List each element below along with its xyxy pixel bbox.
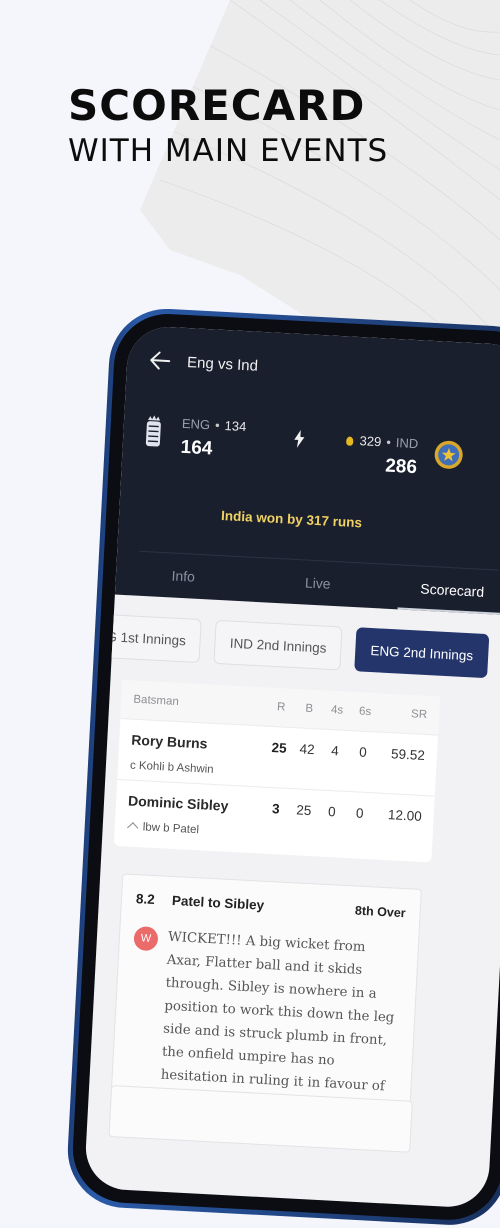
batsman-name: Rory Burns — [130, 731, 208, 752]
headline-title: SCORECARD — [68, 81, 366, 130]
runs: 3 — [271, 800, 281, 816]
wicket-badge: W — [133, 926, 159, 952]
fours: 0 — [327, 803, 336, 819]
event-title: Patel to Sibley — [171, 892, 265, 913]
strike-rate: 59.52 — [390, 745, 426, 763]
batsman-name: Dominic Sibley — [127, 792, 229, 814]
app-bar: Eng vs Ind — [149, 350, 259, 376]
runs: 25 — [271, 739, 288, 756]
team2-first-innings: 329 — [359, 433, 382, 450]
innings-eng-2nd-button[interactable]: ENG 2nd Innings — [354, 627, 490, 679]
dismissal-text: lbw b Patel — [142, 821, 200, 837]
score-summary: ENG • 134 164 329 • IND 286 — [120, 413, 469, 511]
arrow-left-icon[interactable] — [149, 350, 172, 371]
strike-rate: 12.00 — [387, 806, 423, 824]
batting-table: Batsman R B 4s 6s SR Rory Burns 25 42 4 … — [113, 680, 441, 863]
match-header: Eng vs Ind ENG • 134 164 329 • IND 286 I… — [114, 324, 500, 616]
tab-live[interactable]: Live — [249, 562, 386, 609]
sixes: 0 — [358, 744, 368, 760]
tab-bar: Info Live Scorecard — [115, 555, 500, 616]
phone-frame: Eng vs Ind ENG • 134 164 329 • IND 286 I… — [64, 306, 500, 1228]
innings-ind-2nd-button[interactable]: IND 2nd Innings — [213, 619, 343, 671]
fours: 4 — [330, 742, 340, 758]
header-batsman: Batsman — [133, 693, 180, 709]
team2-name: IND — [395, 435, 419, 452]
event-over-label: 8th Over — [354, 903, 406, 921]
headline-subtitle: WITH MAIN EVENTS — [68, 133, 389, 169]
team2-score: 329 • IND 286 — [345, 432, 419, 479]
event-over: 8.2 — [135, 891, 156, 908]
balls: 25 — [296, 801, 312, 818]
trophy-icon — [346, 436, 354, 446]
eng-crest-icon — [145, 415, 161, 447]
team1-name: ENG — [181, 415, 211, 433]
bcci-crest-icon — [434, 440, 463, 469]
sixes: 0 — [355, 804, 364, 821]
team1-second-innings: 164 — [180, 436, 213, 460]
header-sixes: 6s — [358, 705, 372, 719]
tab-info[interactable]: Info — [115, 555, 252, 602]
app-screen: Eng vs Ind ENG • 134 164 329 • IND 286 I… — [83, 324, 500, 1209]
header-balls: B — [305, 702, 314, 716]
header-strike-rate: SR — [410, 708, 428, 722]
balls: 42 — [299, 740, 315, 757]
team1-score: ENG • 134 164 — [180, 416, 247, 462]
phone-bezel: Eng vs Ind ENG • 134 164 329 • IND 286 I… — [70, 311, 500, 1223]
innings-eng-1st-button[interactable]: ENG 1st Innings — [83, 612, 203, 664]
tab-scorecard[interactable]: Scorecard — [384, 569, 500, 616]
app-title: Eng vs Ind — [186, 353, 259, 375]
team2-second-innings: 286 — [384, 455, 418, 479]
chevron-up-icon[interactable] — [127, 822, 139, 834]
header-fours: 4s — [330, 704, 344, 717]
innings-selector: ENG 1st Innings IND 2nd Innings ENG 2nd … — [83, 612, 490, 679]
promo-headline: SCORECARD WITH MAIN EVENTS — [68, 82, 388, 170]
team1-first-innings: 134 — [224, 418, 247, 435]
lightning-icon — [294, 430, 305, 448]
header-runs: R — [276, 701, 286, 714]
